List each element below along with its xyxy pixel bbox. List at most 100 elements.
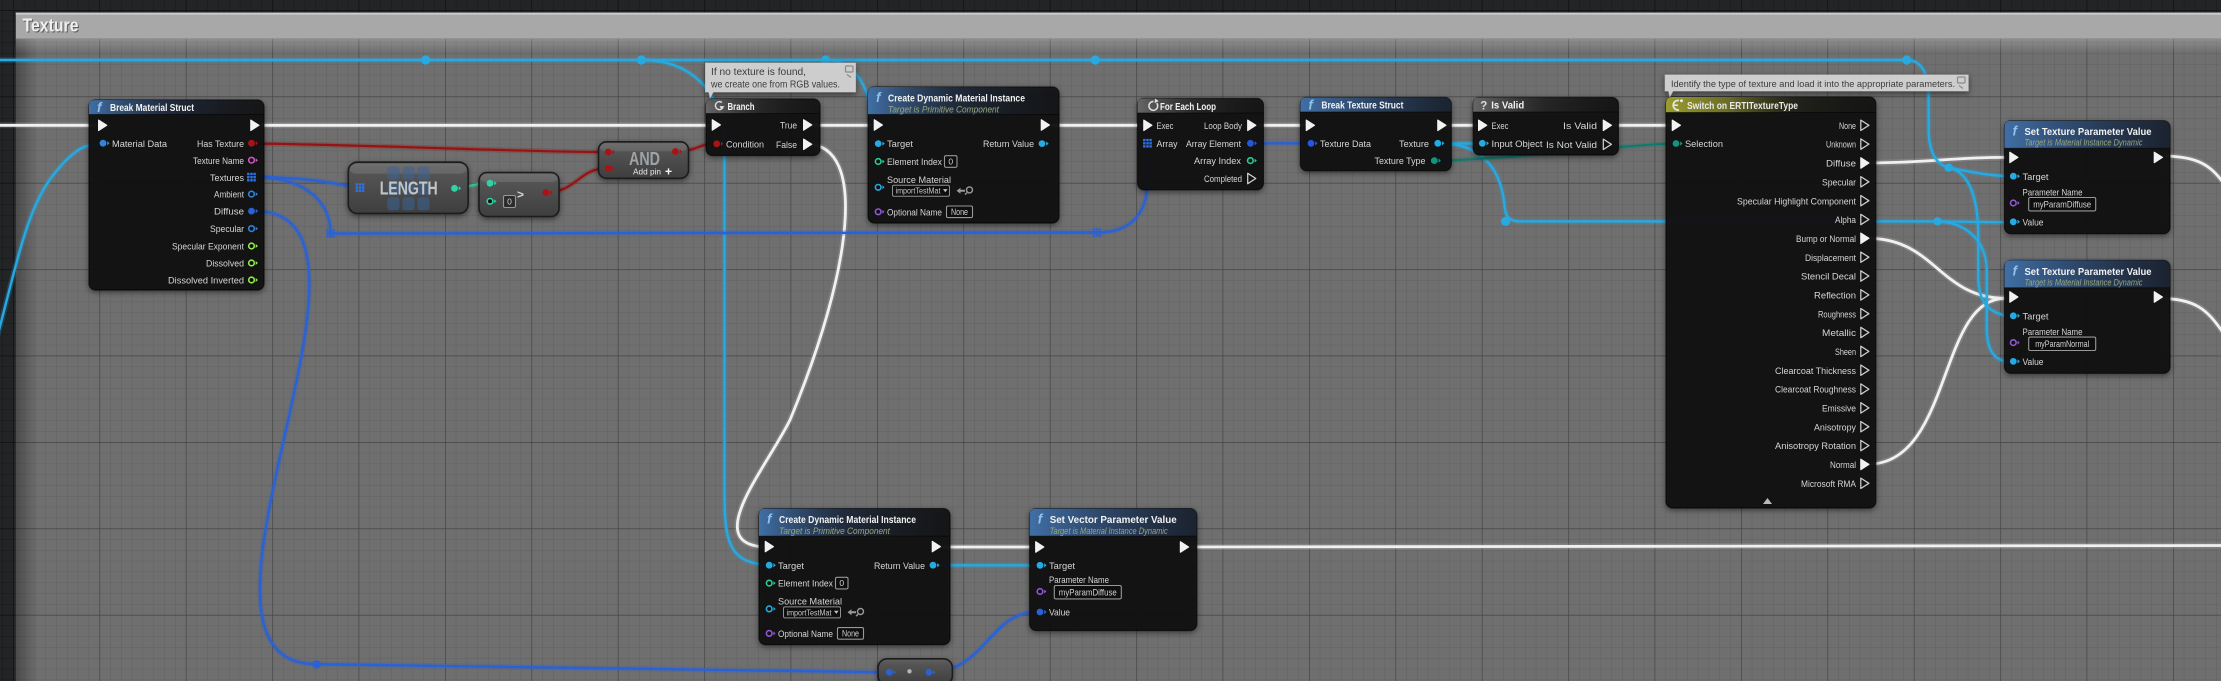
- svg-text:Roughness: Roughness: [1818, 309, 1856, 319]
- svg-text:importTestMat: importTestMat: [787, 608, 833, 617]
- svg-text:0: 0: [507, 197, 512, 207]
- svg-text:Exec: Exec: [1492, 121, 1509, 131]
- svg-text:Parameter Name: Parameter Name: [2023, 327, 2083, 337]
- svg-text:Is Not Valid: Is Not Valid: [1546, 140, 1597, 150]
- svg-text:Material Data: Material Data: [112, 139, 167, 149]
- svg-text:Selection: Selection: [1685, 139, 1723, 149]
- svg-text:Anisotropy Rotation: Anisotropy Rotation: [1775, 441, 1856, 451]
- svg-text:Anisotropy: Anisotropy: [1814, 422, 1856, 432]
- svg-text:?: ?: [1480, 100, 1487, 112]
- svg-text:Optional Name: Optional Name: [887, 207, 942, 217]
- svg-text:Target: Target: [2023, 172, 2050, 182]
- svg-text:Completed: Completed: [1204, 174, 1242, 184]
- svg-text:Specular Exponent: Specular Exponent: [172, 242, 244, 252]
- svg-text:Element Index: Element Index: [778, 579, 833, 589]
- svg-text:Parameter Name: Parameter Name: [1049, 575, 1109, 585]
- svg-text:Target is Material Instance Dy: Target is Material Instance Dynamic: [1050, 526, 1168, 536]
- svg-text:Target is Primitive Component: Target is Primitive Component: [888, 105, 1000, 115]
- svg-text:Reflection: Reflection: [1814, 291, 1856, 301]
- svg-text:Input Object: Input Object: [1492, 139, 1544, 149]
- svg-text:myParamDiffuse: myParamDiffuse: [2033, 199, 2091, 209]
- svg-text:Target: Target: [2023, 311, 2050, 321]
- svg-text:Metallic: Metallic: [1822, 328, 1857, 338]
- svg-text:LENGTH: LENGTH: [380, 179, 438, 199]
- svg-text:Normal: Normal: [1830, 460, 1856, 470]
- svg-text:myParamDiffuse: myParamDiffuse: [1059, 587, 1117, 597]
- svg-text:Target is Material Instance Dy: Target is Material Instance Dynamic: [2025, 277, 2143, 287]
- svg-text:Bump or Normal: Bump or Normal: [1796, 234, 1856, 244]
- svg-text:Target: Target: [887, 139, 914, 149]
- svg-text:False: False: [776, 140, 797, 150]
- svg-text:myParamNormal: myParamNormal: [2035, 339, 2089, 349]
- svg-text:Specular: Specular: [210, 224, 244, 234]
- svg-text:Parameter Name: Parameter Name: [2023, 188, 2083, 198]
- svg-text:Switch on ERTITextureType: Switch on ERTITextureType: [1687, 101, 1798, 112]
- svg-text:Source Material: Source Material: [887, 175, 951, 185]
- svg-text:None: None: [951, 207, 968, 217]
- svg-text:Sheen: Sheen: [1835, 347, 1856, 357]
- svg-text:Loop Body: Loop Body: [1204, 121, 1242, 131]
- svg-text:Array Index: Array Index: [1194, 156, 1241, 166]
- svg-text:Specular: Specular: [1822, 177, 1856, 187]
- svg-text:Specular Highlight Component: Specular Highlight Component: [1737, 196, 1856, 206]
- svg-text:0: 0: [948, 157, 953, 167]
- svg-text:Source Material: Source Material: [778, 596, 842, 606]
- svg-text:Texture Data: Texture Data: [1320, 139, 1371, 149]
- svg-text:Create Dynamic Material Instan: Create Dynamic Material Instance: [779, 515, 916, 526]
- svg-text:Unknown: Unknown: [1826, 140, 1856, 150]
- svg-text:Return Value: Return Value: [983, 139, 1034, 149]
- svg-text:None: None: [1839, 121, 1856, 131]
- svg-text:Exec: Exec: [1157, 121, 1174, 131]
- svg-text:Add pin: Add pin: [633, 167, 661, 177]
- svg-text:Branch: Branch: [728, 102, 755, 113]
- svg-text:If no texture is found,: If no texture is found,: [711, 67, 806, 78]
- svg-text:Is Valid: Is Valid: [1491, 101, 1524, 112]
- svg-text:Set Vector Parameter Value: Set Vector Parameter Value: [1050, 515, 1177, 526]
- svg-text:Condition: Condition: [726, 139, 764, 149]
- svg-text:Create Dynamic Material Instan: Create Dynamic Material Instance: [888, 94, 1025, 105]
- svg-text:Alpha: Alpha: [1835, 215, 1856, 225]
- svg-text:0: 0: [839, 578, 844, 588]
- svg-text:Break Texture Struct: Break Texture Struct: [1321, 101, 1403, 112]
- svg-text:Value: Value: [2023, 217, 2044, 227]
- svg-text:Optional Name: Optional Name: [778, 629, 833, 639]
- svg-text:Clearcoat Roughness: Clearcoat Roughness: [1775, 385, 1856, 395]
- svg-text:Microsoft RMA: Microsoft RMA: [1801, 479, 1856, 489]
- svg-text:Diffuse: Diffuse: [1826, 159, 1856, 169]
- svg-text:Has Texture: Has Texture: [197, 139, 244, 149]
- svg-text:None: None: [842, 629, 859, 639]
- svg-text:For Each Loop: For Each Loop: [1160, 102, 1216, 113]
- svg-text:Texture Type: Texture Type: [1375, 156, 1426, 166]
- svg-text:Set Texture Parameter Value: Set Texture Parameter Value: [2025, 267, 2152, 278]
- svg-text:Identify the type of texture a: Identify the type of texture and load it…: [1671, 79, 1955, 89]
- svg-text:Displacement: Displacement: [1805, 253, 1856, 263]
- svg-text:>: >: [517, 188, 524, 202]
- svg-text:+: +: [665, 165, 672, 179]
- svg-text:Target: Target: [1049, 561, 1076, 571]
- svg-text:Value: Value: [1049, 608, 1070, 618]
- svg-text:Set Texture Parameter Value: Set Texture Parameter Value: [2025, 127, 2152, 138]
- svg-text:Return Value: Return Value: [874, 561, 925, 571]
- svg-text:Texture Name: Texture Name: [193, 156, 244, 166]
- svg-text:Stencil Decal: Stencil Decal: [1801, 272, 1856, 282]
- svg-text:Clearcoat Thickness: Clearcoat Thickness: [1775, 366, 1856, 376]
- svg-text:Target is Material Instance Dy: Target is Material Instance Dynamic: [2025, 138, 2143, 148]
- svg-text:Dissolved Inverted: Dissolved Inverted: [168, 276, 244, 286]
- svg-text:Ambient: Ambient: [214, 190, 244, 200]
- svg-text:Target is Primitive Component: Target is Primitive Component: [779, 526, 891, 536]
- svg-text:Emissive: Emissive: [1822, 404, 1856, 414]
- svg-text:Value: Value: [2023, 357, 2044, 367]
- svg-text:Array Element: Array Element: [1186, 139, 1241, 149]
- svg-text:Texture: Texture: [23, 16, 79, 36]
- svg-text:Dissolved: Dissolved: [206, 259, 244, 269]
- svg-text:True: True: [780, 121, 797, 131]
- svg-text:Diffuse: Diffuse: [214, 207, 244, 217]
- svg-text:Is Valid: Is Valid: [1563, 121, 1597, 131]
- svg-text:Break Material Struct: Break Material Struct: [110, 103, 194, 114]
- svg-text:Texture: Texture: [1399, 139, 1429, 149]
- svg-text:Target: Target: [778, 561, 805, 571]
- svg-text:we create one from RGB values.: we create one from RGB values.: [710, 79, 840, 90]
- svg-text:Textures: Textures: [210, 173, 244, 183]
- svg-text:importTestMat: importTestMat: [896, 187, 942, 196]
- svg-text:Element Index: Element Index: [887, 157, 942, 167]
